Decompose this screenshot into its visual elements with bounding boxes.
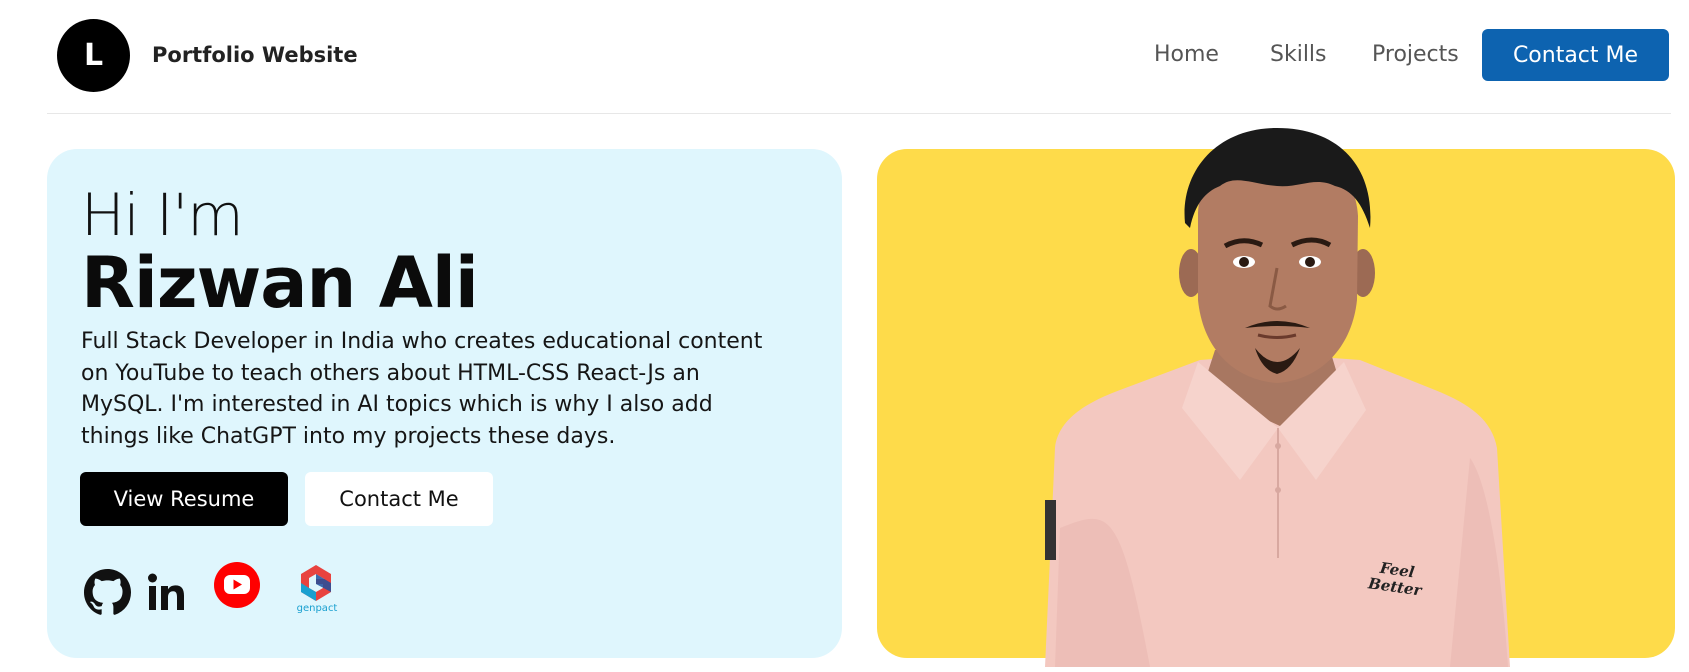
youtube-icon[interactable] [214, 562, 260, 608]
genpact-icon[interactable] [297, 564, 335, 602]
hero-name: Rizwan Ali [81, 242, 479, 324]
contact-me-nav-button[interactable]: Contact Me [1482, 29, 1669, 81]
nav-projects[interactable]: Projects [1372, 38, 1459, 72]
nav-skills[interactable]: Skills [1270, 38, 1327, 72]
header-divider [47, 113, 1671, 114]
genpact-label: genpact [296, 603, 338, 614]
view-resume-button[interactable]: View Resume [80, 472, 288, 526]
hero-bio: Full Stack Developer in India who create… [81, 329, 763, 449]
linkedin-icon[interactable] [147, 572, 187, 612]
hero-greeting: Hi I'm [81, 181, 244, 249]
logo-avatar[interactable]: L [57, 19, 130, 92]
nav-home[interactable]: Home [1154, 38, 1219, 72]
contact-me-button[interactable]: Contact Me [305, 472, 493, 526]
profile-portrait [1030, 128, 1520, 667]
github-icon[interactable] [84, 569, 131, 616]
site-title[interactable]: Portfolio Website [152, 40, 358, 70]
logo-letter: L [83, 38, 104, 73]
